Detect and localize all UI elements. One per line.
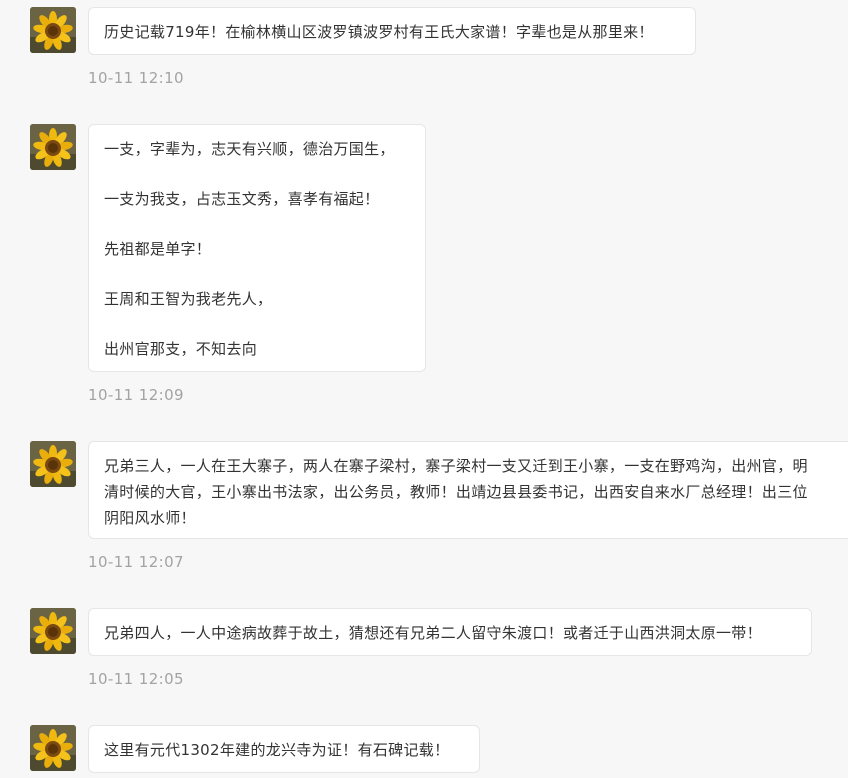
comment-bubble: 这里有元代1302年建的龙兴寺为证！有石碑记载！ [88,725,480,773]
comment-timestamp: 10-11 12:10 [88,69,184,87]
comment-text: 阴阳风水师！ [104,509,196,527]
comment-timestamp: 10-11 12:09 [88,386,184,404]
comment-bubble: 一支，字辈为，志天有兴顺，德治万国生， 一支为我支，占志玉文秀，喜孝有福起！ 先… [88,124,426,372]
comment-text: 先祖都是单字！ [104,240,212,258]
comment-text: 王周和王智为我老先人， [104,290,273,308]
comment-text: 兄弟三人，一人在王大寨子，两人在寨子梁村，寨子梁村一支又迁到王小寨，一支在野鸡沟… [104,457,808,475]
comment-bubble: 兄弟三人，一人在王大寨子，两人在寨子梁村，寨子梁村一支又迁到王小寨，一支在野鸡沟… [88,441,848,539]
comment-timestamp: 10-11 12:05 [88,670,184,688]
comment-text: 历史记载719年！在榆林横山区波罗镇波罗村有王氏大家谱！字辈也是从那里来！ [104,23,654,41]
comment-text: 一支，字辈为，志天有兴顺，德治万国生， [104,140,395,158]
sunflower-avatar-icon[interactable] [30,124,76,170]
sunflower-avatar-icon[interactable] [30,7,76,53]
comment-text: 兄弟四人，一人中途病故葬于故土，猜想还有兄弟二人留守朱渡口！或者迁于山西洪洞太原… [104,624,762,642]
comment-bubble: 兄弟四人，一人中途病故葬于故土，猜想还有兄弟二人留守朱渡口！或者迁于山西洪洞太原… [88,608,812,656]
comment-timestamp: 10-11 12:07 [88,553,184,571]
sunflower-avatar-icon[interactable] [30,441,76,487]
comment-bubble: 历史记载719年！在榆林横山区波罗镇波罗村有王氏大家谱！字辈也是从那里来！ [88,7,696,55]
sunflower-avatar-icon[interactable] [30,725,76,771]
comment-text: 出州官那支，不知去向 [104,340,258,358]
comment-text: 这里有元代1302年建的龙兴寺为证！有石碑记载！ [104,741,450,759]
sunflower-avatar-icon[interactable] [30,608,76,654]
comment-text: 清时候的大官，王小寨出书法家，出公务员，教师！出靖边县县委书记，出西安自来水厂总… [104,483,808,501]
comment-text: 一支为我支，占志玉文秀，喜孝有福起！ [104,190,380,208]
